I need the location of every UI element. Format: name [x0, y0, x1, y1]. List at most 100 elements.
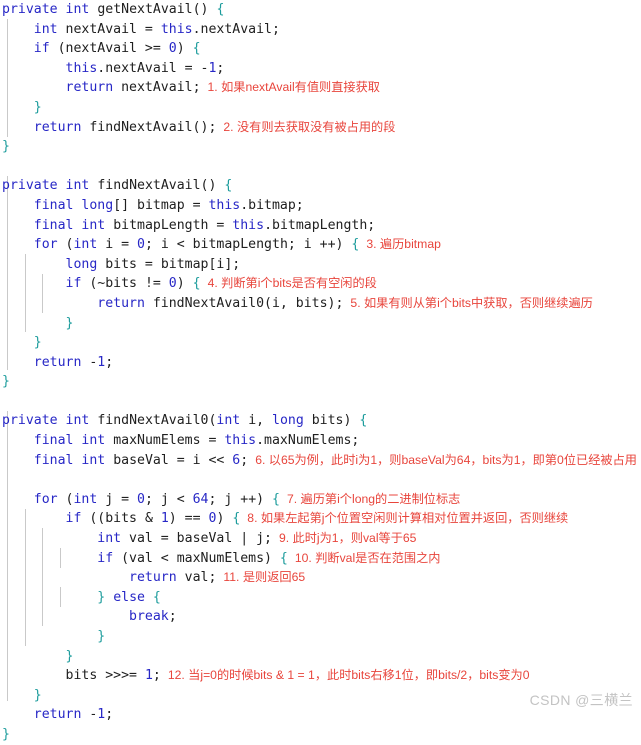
code-token-kw: return	[33, 354, 82, 370]
annotation-comment: 1. 如果nextAvail有值则直接获取	[207, 80, 380, 95]
code-token-kw: this	[65, 60, 98, 76]
code-token-kw: final	[33, 217, 74, 233]
code-token-id: ;	[216, 60, 225, 76]
code-editor[interactable]: private int getNextAvail () { int nextAva…	[0, 0, 641, 742]
code-token-kw: int	[81, 452, 106, 468]
code-token-id: val = baseVal | j;	[121, 531, 272, 547]
code-token-kw: for	[33, 237, 58, 253]
annotation-comment: 4. 判断第i个bits是否有空闲的段	[207, 276, 377, 291]
code-token-num: 0	[168, 41, 177, 57]
code-token-id: baseVal = i <<	[105, 452, 233, 468]
code-token-id: bits >>>=	[65, 668, 145, 684]
code-token-br: {	[279, 550, 288, 566]
code-token-kw: private	[2, 2, 58, 17]
code-line: }	[0, 725, 641, 745]
code-token-op	[185, 41, 193, 56]
code-token-id: nextAvail;	[113, 80, 201, 96]
code-line: for (int j = 0; j < 64; j ++) {7. 遍历第i个l…	[0, 490, 641, 510]
code-token-id: val;	[176, 570, 217, 586]
code-token-id: findNextAvail();	[81, 119, 217, 135]
code-token-id: [] bitmap =	[113, 197, 209, 213]
code-line: private int findNextAvail() {	[0, 176, 641, 196]
code-token-br: }	[2, 139, 10, 155]
code-token-br: {	[192, 41, 201, 57]
code-token-br: }	[65, 648, 74, 664]
code-line: if (val < maxNumElems) {10. 判断val是否在范围之内	[0, 549, 641, 569]
code-line: }	[0, 333, 641, 353]
code-line: this.nextAvail = -1;	[0, 59, 641, 79]
code-line: }	[0, 686, 641, 706]
code-line: return findNextAvail(); 2. 没有则去获取没有被占用的段	[0, 118, 641, 138]
code-line: }	[0, 137, 641, 157]
code-token-kw: final	[33, 452, 74, 468]
code-token-kw: long	[81, 197, 114, 213]
code-token-kw: private	[2, 413, 58, 429]
code-token-op	[58, 2, 66, 17]
code-token-kw: return	[33, 119, 82, 135]
code-token-br: }	[33, 335, 42, 351]
code-token-kw: int	[65, 178, 90, 194]
code-token-kw: if	[65, 276, 82, 292]
code-line: return -1;	[0, 705, 641, 725]
code-line: final int bitmapLength = this.bitmapLeng…	[0, 216, 641, 236]
code-token-br: {	[152, 589, 161, 605]
code-line: int val = baseVal | j; 9. 此时j为1，则val等于65	[0, 529, 641, 549]
code-token-br: }	[97, 629, 106, 644]
code-token-kw: if	[97, 550, 114, 566]
code-line: final int baseVal = i << 6; 6. 以65为例，此时i为…	[0, 451, 641, 471]
code-token-id: )	[176, 276, 185, 292]
code-token-id: ;	[240, 452, 249, 468]
annotation-comment: 12. 当j=0的时候bits & 1 = 1，此时bits右移1位，即bits…	[167, 668, 530, 683]
code-line: final int maxNumElems = this.maxNumElems…	[0, 431, 641, 451]
code-token-kw: int	[73, 237, 98, 253]
annotation-comment: 6. 以65为例，此时i为1，则baseVal为64，bits为1，即第0位已经…	[255, 452, 637, 467]
annotation-comment: 8. 如果左起第j个位置空闲则计算相对位置并返回，否则继续	[247, 511, 569, 526]
code-token-br: {	[224, 178, 233, 194]
code-line: }	[0, 98, 641, 118]
code-token-op: ()	[200, 178, 217, 194]
code-token-br: }	[65, 315, 74, 331]
code-token-op	[145, 590, 153, 605]
code-token-kw: return	[129, 570, 177, 586]
code-token-kw: int	[33, 21, 58, 37]
code-token-kw: long	[65, 256, 98, 272]
annotation-comment: 2. 没有则去获取没有被占用的段	[223, 119, 396, 134]
code-line: return nextAvail; 1. 如果nextAvail有值则直接获取	[0, 78, 641, 98]
code-line: break;	[0, 607, 641, 627]
code-line: }	[0, 647, 641, 667]
code-token-id: ; i < bitmapLength; i ++)	[144, 237, 344, 253]
code-line: if (nextAvail >= 0) {	[0, 39, 641, 59]
code-token-op	[272, 551, 280, 566]
code-token-fn: getNextAvail	[97, 2, 193, 17]
code-token-kw: int	[65, 413, 90, 429]
code-token-id: ;	[168, 609, 177, 625]
code-line: return -1;	[0, 353, 641, 373]
annotation-comment: 5. 如果有则从第i个bits中获取，否则继续遍历	[350, 295, 593, 310]
code-token-kw: int	[97, 531, 122, 547]
annotation-comment: 9. 此时j为1，则val等于65	[278, 531, 417, 546]
code-token-op	[58, 178, 66, 193]
code-token-br: {	[272, 491, 280, 507]
code-token-kw: for	[33, 491, 58, 507]
code-token-id: (val < maxNumElems)	[113, 550, 272, 566]
code-token-kw: int	[65, 2, 90, 17]
